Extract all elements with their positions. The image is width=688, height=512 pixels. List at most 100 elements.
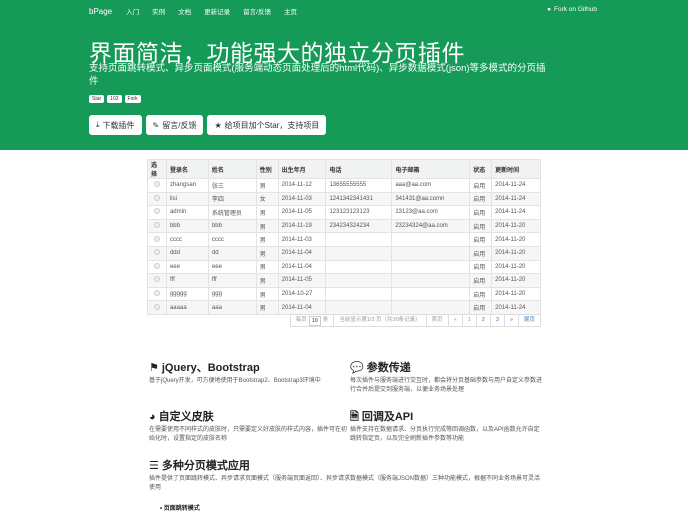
nav-item-examples[interactable]: 实例: [152, 6, 165, 16]
select-cell: [147, 191, 167, 207]
table-cell: [391, 259, 471, 275]
table-cell: 2014-11-04: [277, 245, 327, 261]
table-cell: 2014-11-03: [277, 191, 327, 207]
github-fork-badge[interactable]: Fork: [124, 95, 141, 103]
row-radio[interactable]: [154, 276, 160, 283]
table-cell: [325, 300, 393, 315]
download-button[interactable]: ⤓ 下载插件: [89, 115, 142, 135]
table-row[interactable]: zhangsan 张三男 2014-11-12 13655555555 aaa@aa.c…: [147, 178, 541, 193]
column-header: 登录名: [165, 159, 209, 179]
github-link-label: Fork on Github: [554, 6, 597, 13]
row-radio[interactable]: [154, 290, 160, 297]
table-cell: 男: [255, 178, 279, 193]
table-cell: 张三: [207, 178, 257, 193]
table-row[interactable]: cccc cccc 男 2014-11-03 启用 2014-11-20: [147, 232, 541, 247]
row-radio[interactable]: [154, 235, 160, 242]
table-cell: 男: [255, 286, 279, 302]
table-cell: bbb: [207, 218, 257, 234]
row-radio[interactable]: [154, 249, 160, 256]
feature-title: 多种分页模式应用: [161, 460, 250, 472]
column-header: 性别: [255, 159, 279, 179]
feature-title: 回调及API: [361, 411, 414, 423]
table-cell: [325, 245, 393, 261]
table-row[interactable]: bbb bbb 男 2014-11-19 234234324234 23234324@aa…: [147, 218, 541, 234]
table-cell: 2014-11-19: [277, 218, 327, 234]
feature-modes: ☰ 多种分页模式应用 插件提供了页面跳转模式、异步请求页面模式（服务端页面返回）、异…: [149, 460, 545, 493]
page-2-button[interactable]: 2: [475, 314, 491, 327]
table-cell: [325, 232, 393, 247]
select-cell: [147, 218, 167, 234]
row-radio[interactable]: [154, 208, 160, 215]
select-cell: [147, 259, 167, 275]
table-cell: 启用: [469, 300, 493, 315]
prev-page-button[interactable]: «: [447, 314, 463, 327]
table-cell: eee: [207, 259, 257, 275]
column-header: 更新时间: [491, 159, 541, 179]
data-table: 选择 登录名 姓名 性别 出生年月 电话 电子邮箱 状态 更新时间 zhangsan 张三男 201…: [147, 159, 541, 315]
row-radio[interactable]: [154, 194, 160, 201]
table-cell: 123123123123: [325, 205, 393, 220]
column-header: 姓名: [207, 159, 257, 179]
table-row[interactable]: lisi 李四女 2014-11-03 1241342341431 341431@aa.…: [147, 191, 541, 207]
page-3-button[interactable]: 3: [489, 314, 505, 327]
table-cell: 2014-11-04: [277, 259, 327, 275]
select-cell: [147, 205, 167, 220]
feature-text: 每次插件与服务端进行交互时，都会将分页基础参数与用户自定义参数进行合并后提交到服…: [350, 378, 543, 393]
feature-jquery: ⚑ jQuery、Bootstrap 基于jQuery开发，可方便地使用于Boots…: [149, 363, 349, 386]
nav-item-home[interactable]: 主页: [284, 6, 297, 16]
github-star-badge[interactable]: Star: [89, 95, 105, 103]
table-cell: [325, 273, 393, 288]
feature-text: 基于jQuery开发，可方便地使用于Bootstrap2、Bootstrap3环…: [149, 378, 321, 384]
feature-text: 插件支持在数据请求、分页执行完成等回调函数，以及API函数允许自定跳转指定页，以…: [350, 427, 540, 442]
table-cell: 男: [255, 273, 279, 288]
nav-item-feedback[interactable]: 留言/反馈: [243, 6, 271, 16]
table-cell: ddd: [165, 245, 209, 261]
table-cell: 2014-11-20: [491, 245, 541, 261]
table-row[interactable]: admin 系统管理员男 2014-11-05 123123123123 13123@a…: [147, 205, 541, 220]
column-header: 状态: [469, 159, 493, 179]
brand-link[interactable]: bPage: [89, 7, 112, 16]
github-fork-link[interactable]: ● Fork on Github: [547, 6, 597, 13]
row-radio[interactable]: [154, 303, 160, 310]
nav-item-intro[interactable]: 入门: [126, 6, 139, 16]
next-page-button[interactable]: »: [503, 314, 519, 327]
row-radio[interactable]: [154, 262, 160, 269]
feature-title: 参数传递: [366, 362, 411, 374]
feedback-button[interactable]: ✎ 留言/反馈: [145, 115, 204, 135]
row-radio[interactable]: [154, 222, 160, 229]
page-size-select[interactable]: 10: [308, 315, 321, 326]
table-cell: fff: [207, 273, 257, 288]
nav-item-docs[interactable]: 文档: [178, 6, 191, 16]
page-1-button[interactable]: 1: [461, 314, 477, 327]
table-row[interactable]: aaaaa aaa 男 2014-11-04 启用 2014-11-24: [147, 300, 541, 315]
table-cell: 启用: [469, 178, 493, 193]
table-row[interactable]: fff fff 男 2014-11-05 启用 2014-11-20: [147, 273, 541, 288]
table-cell: 2014-11-20: [491, 286, 541, 302]
star-project-button[interactable]: ★ 给项目加个Star，支持项目: [207, 115, 327, 135]
nav-item-changelog[interactable]: 更新记录: [204, 6, 230, 16]
list-item-label: 页面跳转模式: [163, 506, 200, 512]
first-page-button[interactable]: 首页: [425, 314, 449, 327]
table-cell: 2014-11-03: [277, 232, 327, 247]
table-cell: [391, 300, 471, 315]
download-icon: ⤓: [96, 120, 100, 129]
star-label: 给项目加个Star，支持项目: [224, 120, 320, 130]
star-count-badge[interactable]: 102: [107, 95, 122, 103]
hero-banner: bPage 入门 实例 文档 更新记录 留言/反馈 主页 ● Fork on Gi…: [0, 0, 688, 150]
row-radio[interactable]: [154, 181, 160, 188]
table-cell: 13123@aa.com: [391, 205, 471, 220]
comment-icon: 💬: [350, 362, 364, 374]
table-row[interactable]: eee eee 男 2014-11-04 启用 2014-11-20: [147, 259, 541, 275]
table-cell: 2014-11-24: [491, 191, 541, 207]
feature-params: 💬 参数传递每次插件与服务端进行交互时，都会将分页基础参数与用户自定义参数进行合并…: [350, 362, 545, 395]
table-row[interactable]: ddd dd 男 2014-11-04 启用 2014-11-20: [147, 245, 541, 261]
table-row[interactable]: ggggg ggg 男 2014-10-27 启用 2014-11-20: [147, 286, 541, 302]
table-cell: 启用: [469, 232, 493, 247]
table-cell: 男: [255, 259, 279, 275]
table-cell: [325, 259, 393, 275]
table-cell: [391, 273, 471, 288]
feature-api: 🗎 回调及API 插件支持在数据请求、分页执行完成等回调函数，以及API函数允许自定…: [350, 411, 545, 444]
last-page-button[interactable]: 尾页: [517, 314, 541, 327]
table-cell: cccc: [207, 232, 257, 247]
table-cell: 2014-11-20: [491, 259, 541, 275]
